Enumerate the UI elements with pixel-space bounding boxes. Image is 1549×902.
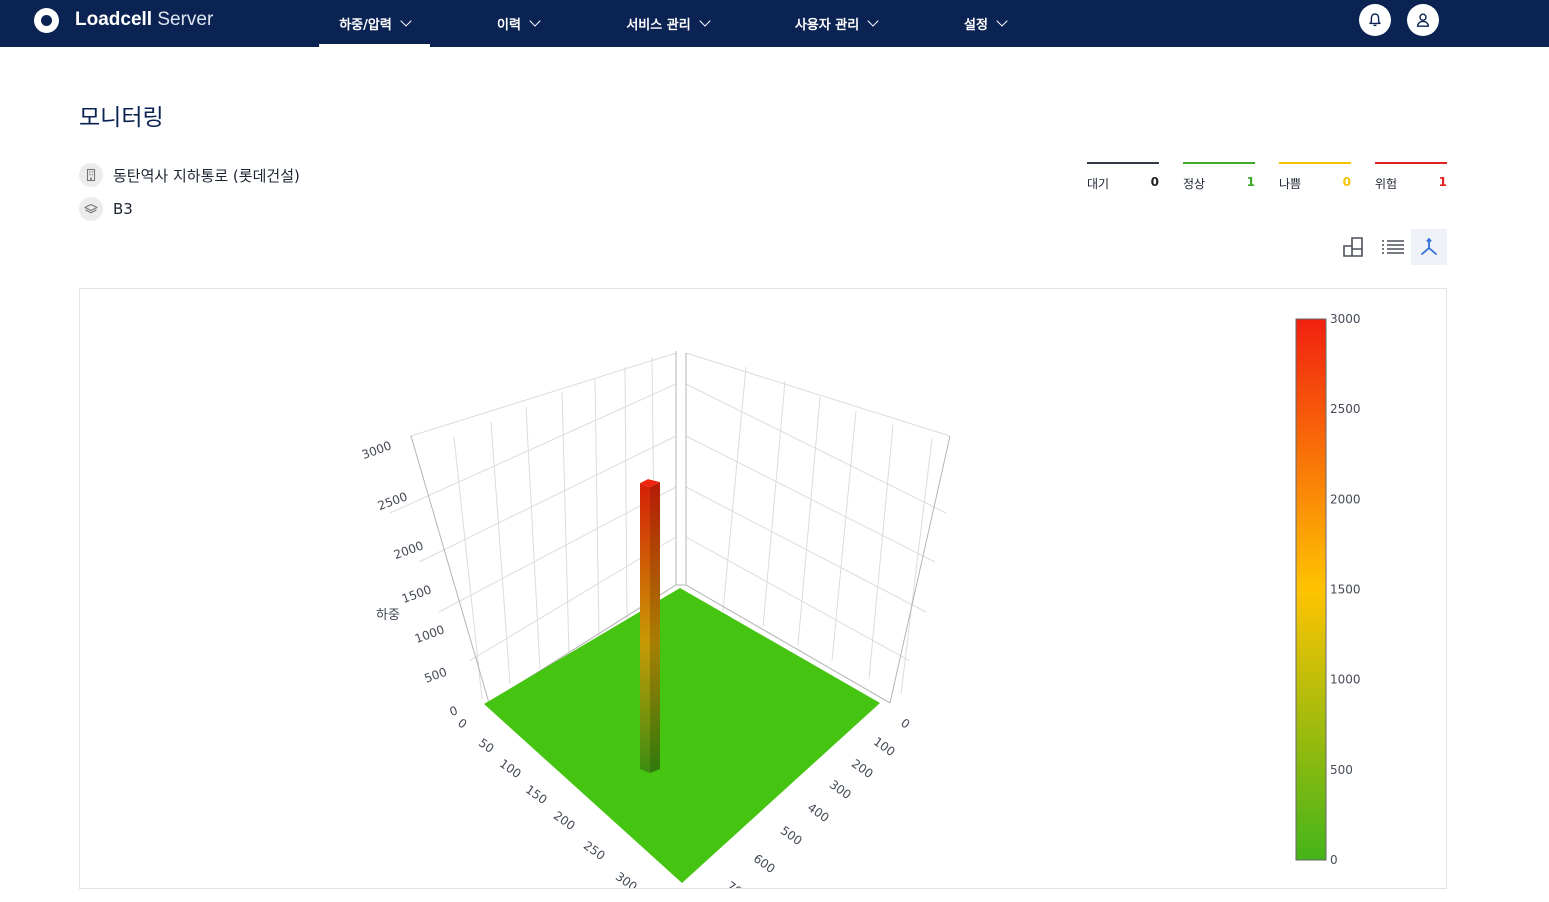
colorbar-ticks: 0 500 1000 1500 2000 2500 3000: [1330, 312, 1361, 867]
nav-menu-load-pressure[interactable]: 하중/압력: [319, 0, 430, 47]
colorbar: [1295, 318, 1327, 861]
status-bad: 나쁨 0: [1279, 162, 1351, 192]
3d-bar-chart[interactable]: 050010001500200025003000 050100150200250…: [80, 289, 1447, 889]
chevron-down-icon: [698, 15, 711, 27]
chevron-down-icon: [400, 15, 412, 27]
z-tick-label: 1000: [413, 622, 446, 646]
status-bar: [1183, 162, 1255, 164]
status-bar: [1375, 162, 1447, 164]
page-title: 모니터링: [79, 105, 164, 131]
y-tick-label: 200: [849, 756, 876, 781]
layers-icon: [79, 197, 103, 221]
nav-menu-service-management[interactable]: 서비스 관리: [605, 0, 730, 47]
status-count: 0: [1342, 175, 1351, 189]
x-tick-label: 200: [551, 808, 578, 833]
x-tick-label: 100: [497, 756, 524, 781]
nav-menu-settings[interactable]: 설정: [946, 0, 1024, 47]
y-tick-label: 0: [898, 716, 912, 732]
x-tick-label: 300: [613, 869, 640, 889]
nav-menu-label: 하중/압력: [339, 18, 392, 33]
bell-icon: [1369, 13, 1381, 27]
user-profile-button[interactable]: [1407, 4, 1439, 36]
colorbar-tick-label: 2500: [1330, 402, 1361, 416]
status-danger: 위험 1: [1375, 162, 1447, 192]
z-axis-title: 하중: [376, 608, 400, 623]
status-label: 대기: [1087, 177, 1110, 191]
x-tick-label: 250: [581, 838, 608, 863]
site-info: 동탄역사 지하통로 (롯데건설): [79, 163, 300, 187]
nav-menu-history[interactable]: 이력: [478, 0, 558, 47]
status-label: 정상: [1183, 177, 1206, 191]
3d-axis-icon: [1421, 237, 1437, 255]
y-tick-label: 600: [751, 851, 778, 876]
x-tick-label: 50: [476, 736, 497, 756]
user-icon: [1416, 13, 1430, 27]
y-tick-label: 100: [871, 734, 898, 759]
z-tick-label: 2500: [376, 489, 409, 513]
status-label: 위험: [1375, 177, 1398, 191]
y-tick-label: 300: [827, 777, 854, 802]
floor-plan-view-button[interactable]: [1335, 229, 1371, 265]
z-tick-label: 2000: [392, 538, 425, 562]
chevron-down-icon: [529, 15, 541, 27]
status-label: 나쁨: [1279, 177, 1302, 191]
building-icon: [79, 163, 103, 187]
floor-info: B3: [79, 197, 133, 221]
status-waiting: 대기 0: [1087, 162, 1159, 192]
bar-side-face[interactable]: [650, 482, 660, 773]
nav-menu-label: 사용자 관리: [794, 18, 860, 33]
nav-menu-label: 설정: [964, 18, 988, 33]
notifications-button[interactable]: [1359, 4, 1391, 36]
colorbar-tick-label: 1000: [1330, 673, 1361, 687]
colorbar-tick-label: 1500: [1330, 583, 1361, 597]
chevron-down-icon: [996, 15, 1008, 27]
nav-menu-label: 서비스 관리: [626, 18, 691, 33]
z-tick-label: 3000: [360, 438, 393, 462]
top-navbar: Loadcell Server 하중/압력 이력 서비스 관리 사용자 관리 설…: [0, 0, 1549, 47]
list-icon: [1382, 240, 1404, 254]
x-tick-label: 0: [455, 716, 469, 732]
status-bar: [1087, 162, 1159, 164]
bar-layer: [640, 479, 660, 773]
floor-name: B3: [113, 200, 133, 218]
z-tick-label: 1500: [400, 582, 433, 606]
status-count: 1: [1246, 175, 1255, 189]
list-view-button[interactable]: [1375, 229, 1411, 265]
colorbar-tick-label: 2000: [1330, 492, 1361, 506]
colorbar-tick-label: 3000: [1330, 312, 1361, 326]
brand-logo-icon: [34, 7, 59, 33]
nav-menu-label: 이력: [497, 18, 521, 33]
status-normal: 정상 1: [1183, 162, 1255, 192]
3d-view-button[interactable]: [1411, 229, 1447, 265]
y-tick-label: 400: [805, 800, 832, 825]
z-axis-ticks: 0 500 1000 1500 2000 2500 3000: [360, 438, 460, 719]
colorbar-tick-label: 500: [1330, 763, 1353, 777]
floor-plan-icon: [1343, 237, 1363, 257]
bar-front-face[interactable]: [640, 483, 650, 773]
status-count: 0: [1150, 175, 1159, 189]
y-tick-label: 500: [778, 823, 805, 848]
status-bar: [1279, 162, 1351, 164]
chevron-down-icon: [867, 15, 879, 27]
brand-name: Loadcell Server: [75, 9, 214, 30]
x-tick-label: 150: [523, 782, 550, 807]
z-tick-label: 0: [448, 703, 460, 719]
floor-plane: [484, 588, 880, 883]
nav-menu-user-management[interactable]: 사용자 관리: [776, 0, 896, 47]
y-tick-label: 70: [724, 879, 745, 889]
chart-panel[interactable]: 0 500 1000 1500 2000 2500 3000 0 50 100 150 200 250…: [79, 288, 1447, 889]
z-tick-label: 500: [422, 665, 448, 686]
site-name: 동탄역사 지하통로 (롯데건설): [113, 166, 300, 185]
brand[interactable]: Loadcell Server: [34, 7, 213, 33]
status-count: 1: [1438, 175, 1447, 189]
colorbar-tick-label: 0: [1330, 853, 1338, 867]
